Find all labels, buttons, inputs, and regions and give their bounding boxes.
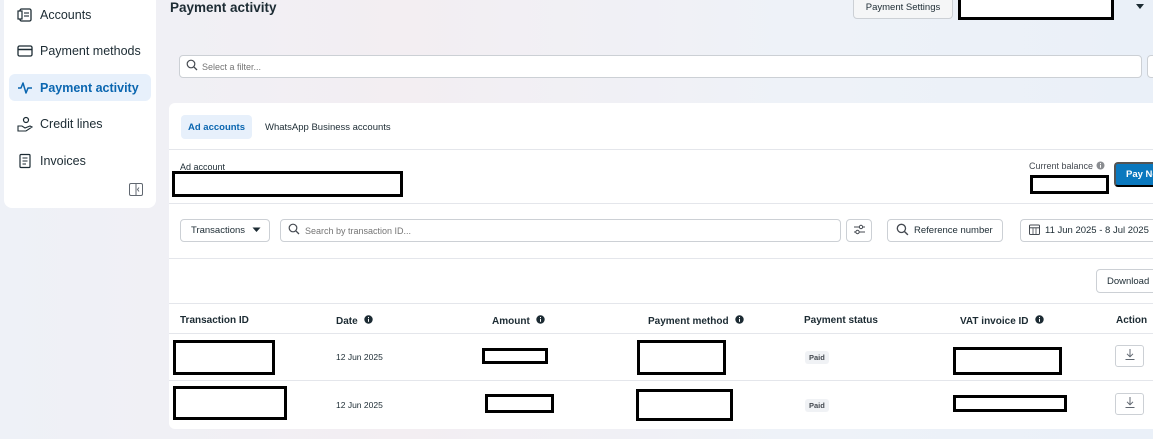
filter-input[interactable]: [202, 61, 802, 72]
info-icon[interactable]: [363, 315, 373, 327]
ad-account-value-redacted: [172, 171, 403, 197]
caret-down-icon: [252, 225, 261, 237]
transaction-id-redacted: [173, 340, 275, 375]
calendar-icon: [1029, 224, 1040, 238]
status-badge: Paid: [805, 399, 829, 412]
reference-number-label: Reference number: [914, 225, 993, 236]
download-invoice-button[interactable]: [1115, 393, 1144, 415]
row-date: 12 Jun 2025: [336, 352, 383, 362]
amount-redacted: [485, 394, 554, 413]
info-icon[interactable]: [1096, 161, 1105, 172]
accounts-icon: [16, 6, 34, 24]
current-balance-value-redacted: [1030, 175, 1109, 194]
sidebar-item-invoices[interactable]: Invoices: [9, 147, 151, 174]
transaction-search[interactable]: [280, 219, 841, 242]
divider: [169, 333, 1153, 334]
divider: [169, 203, 1153, 204]
page-title: Payment activity: [170, 0, 277, 15]
payment-method-redacted: [636, 389, 733, 421]
card-icon: [16, 42, 34, 60]
transaction-search-input[interactable]: [305, 225, 705, 236]
sidebar-item-label: Payment methods: [40, 43, 141, 58]
divider: [169, 380, 1153, 381]
payment-method-redacted: [637, 340, 726, 375]
transaction-id-redacted: [173, 386, 287, 420]
info-icon[interactable]: [536, 315, 545, 327]
sidebar-item-payment-methods[interactable]: Payment methods: [9, 37, 151, 64]
filter-settings-button[interactable]: [846, 219, 872, 242]
info-icon[interactable]: [734, 315, 744, 327]
date-range-label: 11 Jun 2025 - 8 Jul 2025: [1045, 225, 1149, 236]
sidebar: Accounts Payment methods Payment activit…: [4, 0, 156, 208]
divider: [169, 303, 1153, 304]
sidebar-item-payment-activity[interactable]: Payment activity: [9, 74, 151, 101]
info-icon[interactable]: [1034, 315, 1044, 327]
divider: [169, 149, 1153, 150]
current-balance-text: Current balance: [1029, 161, 1094, 171]
column-header-label: Transaction ID: [180, 315, 249, 326]
column-header-date: Date: [336, 315, 373, 327]
activity-icon: [16, 79, 34, 97]
column-header-payment-status: Payment status: [804, 315, 878, 326]
transactions-dropdown-label: Transactions: [191, 225, 246, 236]
sidebar-item-accounts[interactable]: Accounts: [9, 1, 151, 28]
sidebar-item-label: Accounts: [40, 7, 92, 22]
filter-bar[interactable]: [179, 55, 1142, 78]
current-balance-label: Current balance: [1029, 161, 1105, 172]
download-icon: [1124, 396, 1136, 412]
column-header-label: Amount: [492, 315, 530, 327]
sidebar-item-label: Credit lines: [40, 116, 103, 131]
sidebar-item-label: Payment activity: [40, 80, 139, 95]
column-header-action: Action: [1116, 315, 1147, 326]
download-button[interactable]: Download: [1096, 269, 1153, 293]
sidebar-item-label: Invoices: [40, 153, 86, 168]
amount-redacted: [482, 348, 548, 364]
payment-settings-button[interactable]: Payment Settings: [853, 0, 953, 19]
column-header-label: Payment method: [648, 315, 729, 327]
vat-invoice-id-redacted: [953, 395, 1067, 412]
search-icon: [896, 223, 909, 239]
column-header-label: Date: [336, 315, 358, 327]
divider: [169, 258, 1153, 259]
column-header-label: Action: [1116, 315, 1148, 326]
sliders-icon: [853, 224, 866, 238]
download-icon: [1124, 348, 1136, 364]
chevron-down-icon[interactable]: [1135, 0, 1145, 10]
search-icon: [186, 59, 198, 74]
column-header-vat-invoice-id: VAT invoice ID: [960, 315, 1044, 327]
transactions-dropdown[interactable]: Transactions: [180, 219, 270, 242]
vat-invoice-id-redacted: [953, 347, 1062, 375]
account-selector-redacted[interactable]: [958, 0, 1114, 20]
column-header-label: Payment status: [804, 315, 878, 326]
sidebar-item-credit-lines[interactable]: Credit lines: [9, 110, 151, 137]
reference-number-button[interactable]: Reference number: [887, 219, 1003, 242]
column-header-label: VAT invoice ID: [960, 315, 1029, 327]
collapse-sidebar-icon[interactable]: [129, 183, 143, 196]
row-date: 12 Jun 2025: [336, 400, 383, 410]
filter-side-button[interactable]: [1147, 55, 1153, 78]
search-icon: [288, 223, 300, 238]
column-header-transaction-id: Transaction ID: [180, 315, 249, 326]
payment-activity-card: Ad accounts WhatsApp Business accounts A…: [169, 103, 1153, 429]
date-range-picker[interactable]: 11 Jun 2025 - 8 Jul 2025: [1020, 219, 1153, 242]
download-invoice-button[interactable]: [1115, 345, 1144, 367]
credit-lines-icon: [16, 115, 34, 133]
invoice-icon: [16, 152, 34, 170]
tab-ad-accounts[interactable]: Ad accounts: [181, 115, 253, 139]
status-badge: Paid: [805, 351, 829, 364]
tab-whatsapp-business-accounts[interactable]: WhatsApp Business accounts: [258, 115, 398, 139]
pay-now-button[interactable]: Pay No: [1114, 162, 1153, 187]
column-header-payment-method: Payment method: [648, 315, 744, 327]
column-header-amount: Amount: [492, 315, 545, 327]
